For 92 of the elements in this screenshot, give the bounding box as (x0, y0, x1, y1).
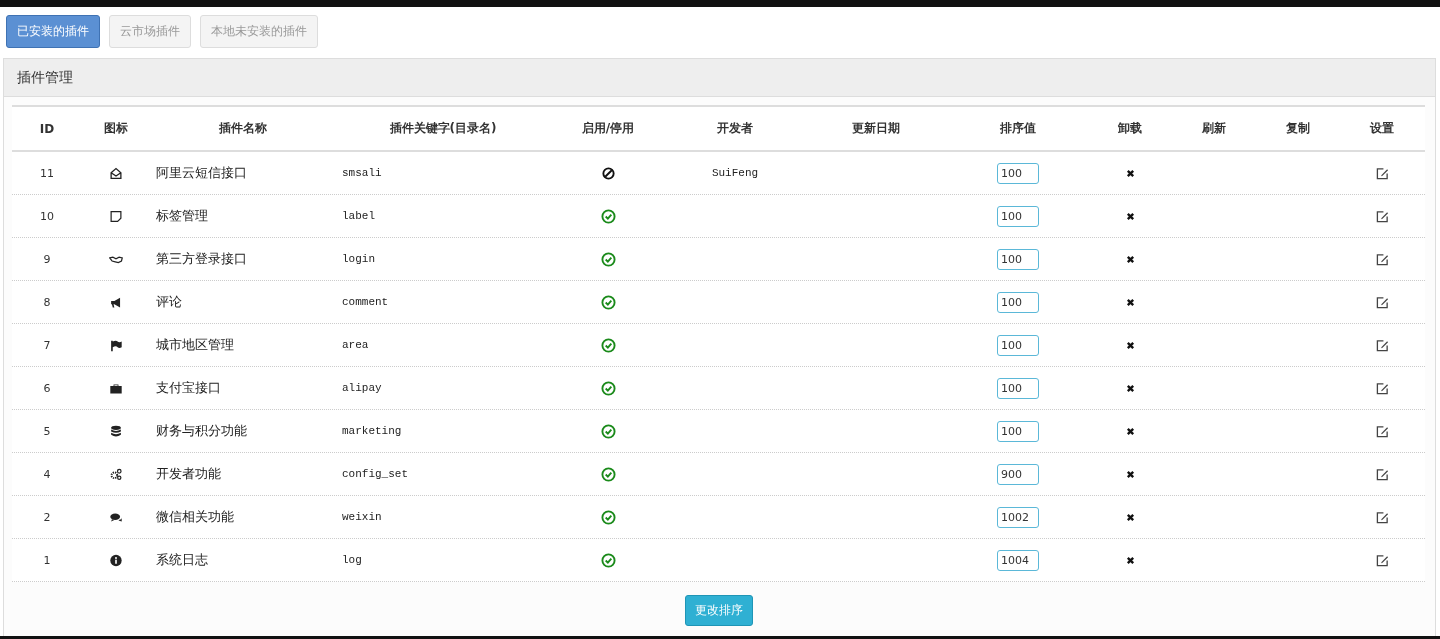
edit-icon[interactable] (1375, 252, 1389, 266)
id-text: 7 (43, 338, 51, 352)
check-circle-icon[interactable] (600, 509, 616, 525)
note-icon (109, 209, 123, 223)
sort-input[interactable]: 100 (997, 377, 1039, 399)
sort-input[interactable]: 100 (997, 205, 1039, 227)
check-circle-icon[interactable] (600, 423, 616, 439)
uninstall-x-icon[interactable] (1125, 512, 1135, 522)
plugin-key: alipay (342, 382, 382, 394)
check-circle-icon[interactable] (600, 552, 616, 568)
column-header: 刷新 (1201, 120, 1227, 137)
check-circle-icon[interactable] (600, 466, 616, 482)
check-circle-icon[interactable] (600, 380, 616, 396)
id-text: 6 (43, 381, 51, 395)
envelope-icon (109, 166, 123, 180)
id-text: 11 (40, 166, 54, 180)
sort-input[interactable]: 1002 (997, 506, 1039, 528)
column-header: 开发者 (716, 120, 754, 137)
plugin-name: 城市地区管理 (156, 336, 234, 354)
column-header: 启用/停用 (580, 120, 636, 137)
plugin-key: smsali (342, 167, 382, 179)
ban-icon[interactable] (600, 165, 616, 181)
uninstall-x-icon[interactable] (1125, 340, 1135, 350)
sort-input[interactable]: 100 (997, 334, 1039, 356)
column-header: 插件关键字(目录名) (388, 120, 498, 137)
sort-input[interactable]: 100 (997, 248, 1039, 270)
plugin-key: config_set (342, 468, 408, 480)
edit-icon[interactable] (1375, 295, 1389, 309)
plugin-key: login (342, 253, 375, 265)
check-circle-icon[interactable] (600, 251, 616, 267)
developer-name: SuiFeng (711, 167, 759, 179)
plugin-name: 开发者功能 (156, 465, 221, 483)
edit-icon[interactable] (1375, 338, 1389, 352)
column-header: 插件名称 (218, 120, 268, 137)
column-header: 图标 (103, 120, 129, 137)
sort-input[interactable]: 100 (997, 291, 1039, 313)
edit-icon[interactable] (1375, 467, 1389, 481)
edit-icon[interactable] (1375, 209, 1389, 223)
edit-icon[interactable] (1375, 166, 1389, 180)
uninstall-x-icon[interactable] (1125, 383, 1135, 393)
column-header: ID (38, 121, 56, 136)
column-header: 设置 (1368, 120, 1395, 137)
id-text: 1 (43, 553, 51, 567)
uninstall-x-icon[interactable] (1125, 426, 1135, 436)
plugin-key: area (342, 339, 369, 351)
plugin-key: comment (342, 296, 389, 308)
plugin-name: 阿里云短信接口 (156, 164, 247, 182)
edit-icon[interactable] (1375, 510, 1389, 524)
edit-icon[interactable] (1375, 553, 1389, 567)
uninstall-x-icon[interactable] (1125, 211, 1135, 221)
uninstall-x-icon[interactable] (1125, 469, 1135, 479)
column-header: 排序值 (999, 120, 1037, 137)
database-icon (109, 424, 123, 438)
plugin-name: 评论 (156, 293, 182, 311)
id-text: 5 (43, 424, 51, 438)
column-header: 复制 (1285, 120, 1311, 137)
id-text: 10 (40, 209, 54, 223)
id-text: 9 (43, 252, 51, 266)
sort-input[interactable]: 1004 (997, 549, 1039, 571)
column-header: 卸载 (1117, 120, 1143, 137)
check-circle-icon[interactable] (600, 294, 616, 310)
uninstall-x-icon[interactable] (1125, 297, 1135, 307)
check-circle-icon[interactable] (600, 208, 616, 224)
briefcase-icon (109, 381, 123, 395)
plugin-name: 支付宝接口 (156, 379, 221, 397)
plugin-key: weixin (342, 511, 382, 523)
flag-icon (109, 338, 123, 352)
uninstall-x-icon[interactable] (1125, 555, 1135, 565)
plugin-name: 微信相关功能 (156, 508, 234, 526)
edit-icon[interactable] (1375, 381, 1389, 395)
uninstall-x-icon[interactable] (1125, 254, 1135, 264)
chat-bubbles-icon (109, 510, 123, 524)
sort-input[interactable]: 100 (997, 162, 1039, 184)
sort-input[interactable]: 100 (997, 420, 1039, 442)
panel-title: 插件管理 (17, 68, 73, 87)
plugin-name: 财务与积分功能 (156, 422, 247, 440)
sort-input[interactable]: 900 (997, 463, 1039, 485)
check-circle-icon[interactable] (600, 337, 616, 353)
uninstall-x-icon[interactable] (1125, 168, 1135, 178)
plugin-name: 系统日志 (156, 551, 208, 569)
id-text: 2 (43, 510, 51, 524)
plugin-key: label (342, 210, 375, 222)
plugin-name: 第三方登录接口 (156, 250, 247, 268)
edit-icon[interactable] (1375, 424, 1389, 438)
id-text: 8 (43, 295, 51, 309)
plugin-key: log (342, 554, 362, 566)
plugin-key: marketing (342, 425, 402, 437)
column-header: 更新日期 (851, 120, 901, 137)
info-icon (109, 553, 123, 567)
plugin-name: 标签管理 (156, 207, 208, 225)
megaphone-icon (109, 295, 123, 309)
id-text: 4 (43, 467, 51, 481)
